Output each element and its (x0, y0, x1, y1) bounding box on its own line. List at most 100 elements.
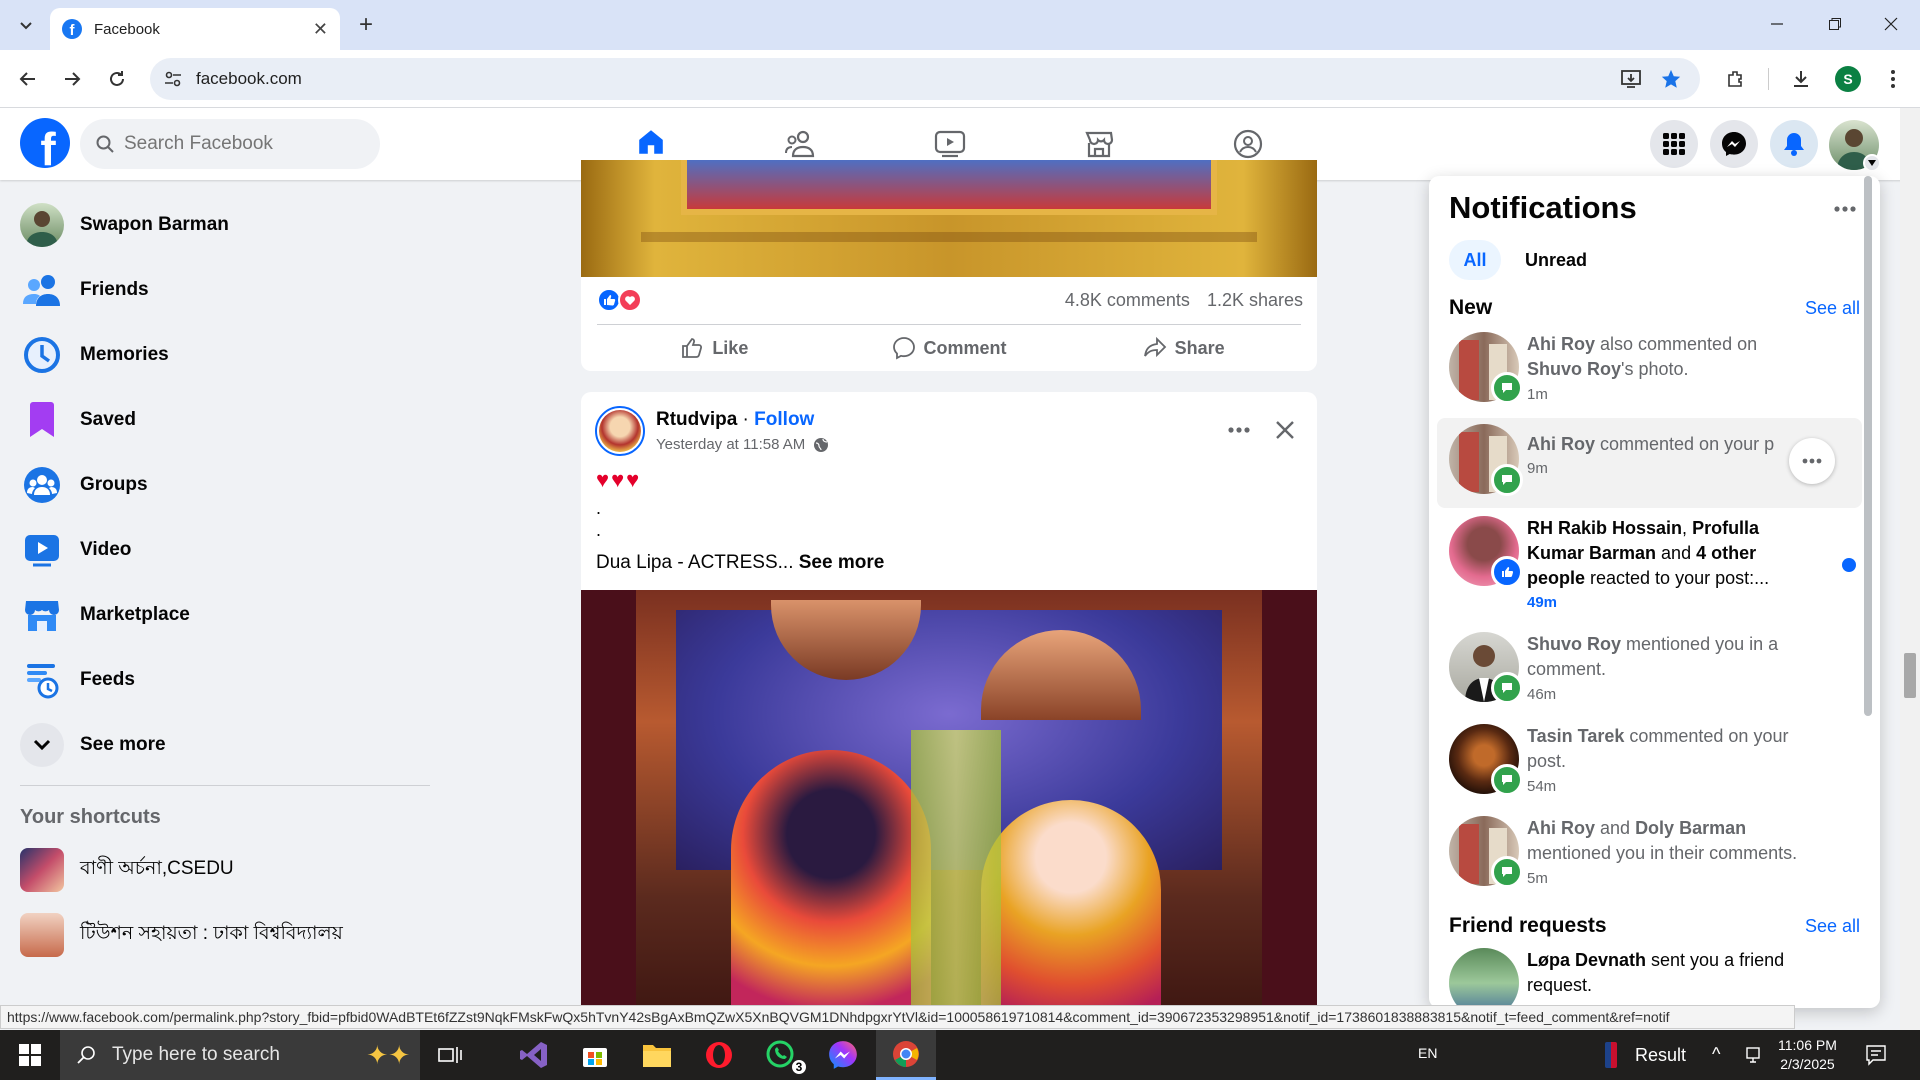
close-window-button[interactable] (1862, 0, 1920, 48)
search-icon (77, 1046, 95, 1064)
target-name: Shuvo Roy (1527, 359, 1622, 379)
chrome-menu-button[interactable] (1875, 61, 1911, 97)
search-input[interactable] (124, 133, 354, 155)
downloads-button[interactable] (1783, 61, 1819, 97)
notifications-options-button[interactable] (1827, 191, 1863, 227)
post-author-name[interactable]: Rtudvipa (656, 409, 737, 430)
see-more-link[interactable]: See more (799, 552, 885, 573)
notification-item[interactable]: Ahi Roy also commented on Shuvo Roy's ph… (1437, 326, 1862, 416)
notification-item[interactable]: Ahi Roy commented on your p 9m (1437, 418, 1862, 508)
notification-center-icon[interactable] (1865, 1044, 1887, 1066)
post-timestamp[interactable]: Yesterday at 11:58 AM (656, 436, 805, 453)
friend-request-text: Løpa Devnath sent you a friend request. (1527, 948, 1817, 998)
shares-count[interactable]: 1.2K shares (1207, 290, 1303, 310)
tab-search-button[interactable] (10, 9, 42, 41)
language-indicator[interactable]: EN (1418, 1045, 1437, 1061)
reload-button[interactable] (99, 61, 135, 97)
more-horizontal-icon (1834, 206, 1856, 212)
home-icon (638, 130, 663, 154)
shortcut-thumbnail (20, 847, 64, 892)
shortcut-label: টিউশন সহায়তা : ঢাকা বিশ্ববিদ্যালয় (80, 922, 343, 944)
friend-request-item[interactable]: Løpa Devnath sent you a friend request. (1437, 942, 1862, 1008)
tab-unread[interactable]: Unread (1511, 240, 1601, 280)
task-view-button[interactable] (420, 1030, 480, 1080)
chrome-profile-button[interactable]: S (1830, 61, 1866, 97)
feeds-icon (20, 658, 64, 702)
notification-item[interactable]: Ahi Roy and Doly Barman mentioned you in… (1437, 810, 1862, 900)
clock[interactable]: 11:06 PM 2/3/2025 (1778, 1036, 1837, 1074)
notifications-scrollbar[interactable] (1864, 176, 1874, 716)
facebook-logo[interactable]: f (20, 118, 70, 168)
show-hidden-icons-chevron-icon[interactable]: ^ (1712, 1044, 1720, 1065)
shortcut-item[interactable]: টিউশন সহায়তা : ঢাকা বিশ্ববিদ্যালয় (0, 902, 440, 967)
notification-conjunction: and (1595, 818, 1636, 838)
notification-item[interactable]: Tasin Tarek commented on your post. 54m (1437, 718, 1862, 808)
reaction-icons[interactable] (597, 288, 642, 312)
sidebar-item-memories[interactable]: Memories (0, 322, 440, 387)
notification-item[interactable]: RH Rakib Hossain, Profulla Kumar Barman … (1437, 510, 1862, 611)
post-options-button[interactable] (1221, 412, 1257, 448)
notification-item[interactable]: Shuvo Roy mentioned you in a comment. 46… (1437, 626, 1862, 716)
microsoft-store-taskbar-icon[interactable] (565, 1030, 625, 1080)
file-explorer-taskbar-icon[interactable] (627, 1030, 687, 1080)
follow-link[interactable]: Follow (754, 409, 814, 430)
sidebar-item-saved[interactable]: Saved (0, 387, 440, 452)
actor-name: Ahi Roy (1527, 334, 1596, 354)
sidebar-item-video[interactable]: Video (0, 517, 440, 582)
forward-button[interactable] (54, 61, 90, 97)
sidebar-item-marketplace[interactable]: Marketplace (0, 582, 440, 647)
shortcut-item[interactable]: বাণী অর্চনা,CSEDU (0, 837, 440, 902)
minimize-window-button[interactable] (1748, 0, 1806, 48)
browser-tab-facebook[interactable]: f Facebook ✕ (50, 8, 340, 50)
address-bar[interactable]: facebook.com (150, 58, 1700, 100)
hide-post-button[interactable] (1267, 412, 1303, 448)
windows-logo-icon (19, 1044, 41, 1066)
see-all-link[interactable]: See all (1805, 298, 1860, 319)
comments-count[interactable]: 4.8K comments (1065, 290, 1190, 310)
post-author-avatar[interactable] (595, 406, 645, 456)
facebook-search[interactable] (80, 119, 380, 169)
sidebar-item-friends[interactable]: Friends (0, 257, 440, 322)
account-chevron-icon[interactable] (1863, 154, 1881, 172)
menu-button[interactable] (1650, 120, 1698, 168)
search-icon (96, 135, 114, 153)
left-sidebar: Swapon Barman Friends Memories Saved Gro… (0, 180, 440, 1010)
visual-studio-taskbar-icon[interactable] (504, 1030, 564, 1080)
tab-all[interactable]: All (1449, 240, 1501, 280)
close-tab-icon[interactable]: ✕ (313, 19, 328, 40)
scrollbar-thumb[interactable] (1904, 653, 1916, 698)
like-button[interactable]: Like (597, 336, 832, 360)
sidebar-item-label: Saved (80, 408, 136, 430)
start-button[interactable] (0, 1030, 60, 1080)
back-button[interactable] (10, 61, 46, 97)
taskbar-search-box[interactable]: Type here to search ✦✦ (60, 1030, 420, 1080)
friend-requests-see-all-link[interactable]: See all (1805, 916, 1860, 937)
notifications-button[interactable] (1770, 120, 1818, 168)
extensions-button[interactable] (1718, 61, 1754, 97)
chrome-taskbar-icon[interactable] (876, 1030, 936, 1080)
share-button[interactable]: Share (1066, 336, 1301, 360)
opera-taskbar-icon[interactable] (689, 1030, 749, 1080)
like-label: Like (712, 337, 749, 358)
sidebar-item-profile[interactable]: Swapon Barman (0, 192, 440, 257)
network-icon[interactable] (1744, 1045, 1764, 1065)
notification-options-button[interactable] (1789, 438, 1835, 484)
restore-window-button[interactable] (1806, 0, 1864, 48)
scrollbar-thumb[interactable] (1864, 176, 1872, 716)
new-tab-button[interactable]: + (352, 11, 380, 39)
comment-button[interactable]: Comment (832, 336, 1067, 360)
page-scrollbar[interactable] (1900, 108, 1920, 1030)
whatsapp-taskbar-icon[interactable]: 3 (751, 1030, 811, 1080)
globe-icon (814, 437, 829, 452)
nba-logo-icon (1605, 1042, 1617, 1068)
profile-avatar: S (1835, 66, 1861, 92)
sidebar-item-feeds[interactable]: Feeds (0, 647, 440, 712)
sidebar-item-groups[interactable]: Groups (0, 452, 440, 517)
bookmark-star-icon (1661, 69, 1681, 88)
sidebar-see-more[interactable]: See more (0, 712, 440, 777)
messenger-taskbar-icon[interactable] (813, 1030, 873, 1080)
nba-result-widget[interactable]: Result (1605, 1030, 1686, 1080)
notification-suffix: mentioned you in their comments. (1527, 843, 1798, 863)
messenger-button[interactable] (1710, 120, 1758, 168)
post-image[interactable] (581, 590, 1317, 1022)
